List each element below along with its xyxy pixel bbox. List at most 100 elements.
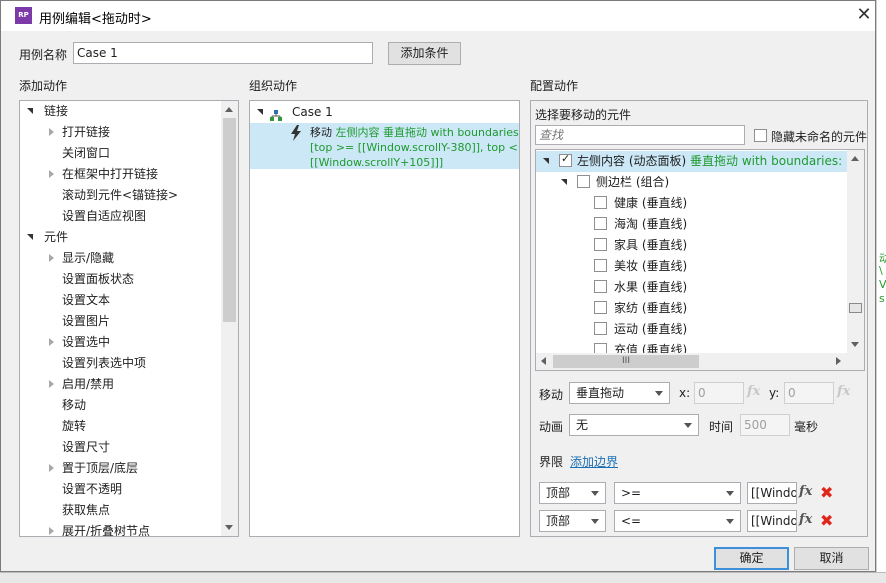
expand-arrow-icon[interactable] <box>49 464 54 472</box>
expand-arrow-icon[interactable] <box>49 527 54 535</box>
collapse-arrow-icon[interactable] <box>561 179 567 185</box>
collapse-arrow-icon[interactable] <box>27 108 33 114</box>
action-item-set-list-selection[interactable]: 设置列表选中项 <box>20 353 220 374</box>
action-item-set-image[interactable]: 设置图片 <box>20 311 220 332</box>
add-bounds-link[interactable]: 添加边界 <box>570 453 618 470</box>
hide-unnamed-label: 隐藏未命名的元件 <box>771 130 868 144</box>
action-item-show-hide[interactable]: 显示/隐藏 <box>20 248 220 269</box>
bound-edge-select[interactable]: 顶部 <box>539 482 606 504</box>
add-condition-button[interactable]: 添加条件 <box>388 42 461 65</box>
chevron-down-icon <box>726 491 734 496</box>
widget-tree-vscrollbar[interactable] <box>847 150 864 353</box>
collapse-arrow-icon[interactable] <box>257 109 263 115</box>
hide-unnamed-checkbox[interactable] <box>754 129 767 142</box>
action-item-move[interactable]: 移动 <box>20 395 220 416</box>
bound-fx-button[interactable]: fx <box>799 484 812 499</box>
action-item-rotate[interactable]: 旋转 <box>20 416 220 437</box>
widget-group-row[interactable]: 侧边栏 (组合) <box>536 172 847 193</box>
action-item-open-link[interactable]: 打开链接 <box>20 122 220 143</box>
widget-checkbox[interactable] <box>559 152 572 167</box>
collapse-arrow-icon[interactable] <box>27 234 33 240</box>
scroll-right-icon[interactable] <box>836 357 841 365</box>
action-verb: 移动 <box>310 126 332 139</box>
widget-row[interactable]: 海淘 (垂直线) <box>536 214 847 235</box>
widget-checkbox[interactable] <box>594 196 607 209</box>
y-input[interactable]: 0 <box>784 382 834 404</box>
scroll-down-icon[interactable] <box>225 525 233 530</box>
widget-label: 美妆 (垂直线) <box>614 259 688 273</box>
action-item-set-text[interactable]: 设置文本 <box>20 290 220 311</box>
widget-label: 侧边栏 (组合) <box>596 175 670 189</box>
ok-button[interactable]: 确定 <box>714 547 789 570</box>
selected-action-row[interactable]: 移动 左侧内容 垂直拖动 with boundaries: [top >= [[… <box>250 123 519 169</box>
widget-checkbox[interactable] <box>594 217 607 230</box>
title-bar[interactable]: RP 用例编辑<拖动时> ✕ <box>1 1 875 31</box>
widget-checkbox[interactable] <box>594 280 607 293</box>
action-item-close-window[interactable]: 关闭窗口 <box>20 143 220 164</box>
scrollbar-thumb[interactable] <box>849 303 862 313</box>
expand-arrow-icon[interactable] <box>49 338 54 346</box>
y-fx-button[interactable]: fx <box>837 384 850 399</box>
widget-checkbox[interactable] <box>577 175 590 188</box>
widget-row[interactable]: 家纺 (垂直线) <box>536 298 847 319</box>
action-item-open-in-frame[interactable]: 在框架中打开链接 <box>20 164 220 185</box>
action-item-label: 设置不透明 <box>62 482 123 496</box>
widget-checkbox[interactable] <box>594 301 607 314</box>
widget-tree-root[interactable]: 左侧内容 (动态面板) 垂直拖动 with boundaries: [top >… <box>536 151 864 172</box>
widget-checkbox[interactable] <box>594 238 607 251</box>
tree-group-widgets[interactable]: 元件 <box>20 227 220 248</box>
scroll-left-icon[interactable] <box>541 357 546 365</box>
close-icon[interactable]: ✕ <box>853 4 875 26</box>
expand-arrow-icon[interactable] <box>49 128 54 136</box>
expand-arrow-icon[interactable] <box>49 170 54 178</box>
x-fx-button[interactable]: fx <box>747 384 760 399</box>
action-target: 左侧内容 垂直拖动 with boundaries: <box>335 126 520 139</box>
widget-checkbox[interactable] <box>594 259 607 272</box>
expand-arrow-icon[interactable] <box>49 380 54 388</box>
action-item-expand-collapse-tree[interactable]: 展开/折叠树节点 <box>20 521 220 536</box>
action-item-set-opacity[interactable]: 设置不透明 <box>20 479 220 500</box>
move-type-select[interactable]: 垂直拖动 <box>569 382 670 404</box>
widget-checkbox[interactable] <box>594 322 607 335</box>
widget-row[interactable]: 运动 (垂直线) <box>536 319 847 340</box>
bound-value-input[interactable]: [[Window <box>747 510 797 532</box>
widget-row[interactable]: 美妆 (垂直线) <box>536 256 847 277</box>
animation-select[interactable]: 无 <box>569 414 699 436</box>
scrollbar-thumb[interactable]: III <box>553 355 699 368</box>
collapse-arrow-icon[interactable] <box>543 158 549 164</box>
action-description: 移动 左侧内容 垂直拖动 with boundaries: [top >= [[… <box>310 125 520 170</box>
bound-operator-select[interactable]: >= <box>614 482 741 504</box>
action-item-set-size[interactable]: 设置尺寸 <box>20 437 220 458</box>
scroll-up-icon[interactable] <box>225 107 233 112</box>
tree-group-links[interactable]: 链接 <box>20 101 220 122</box>
case-node[interactable]: Case 1 <box>250 102 519 123</box>
duration-input[interactable]: 500 <box>740 414 790 436</box>
scrollbar-thumb[interactable] <box>223 118 236 322</box>
action-item-set-panel-state[interactable]: 设置面板状态 <box>20 269 220 290</box>
widget-row[interactable]: 家具 (垂直线) <box>536 235 847 256</box>
scroll-up-icon[interactable] <box>851 156 859 161</box>
bound-operator-select[interactable]: <= <box>614 510 741 532</box>
widget-row[interactable]: 健康 (垂直线) <box>536 193 847 214</box>
delete-bound-icon[interactable]: ✖ <box>820 485 833 501</box>
expand-arrow-icon[interactable] <box>49 254 54 262</box>
scroll-down-icon[interactable] <box>851 342 859 347</box>
widget-tree-hscrollbar[interactable]: III <box>536 353 847 370</box>
action-item-enable-disable[interactable]: 启用/禁用 <box>20 374 220 395</box>
action-item-set-selected[interactable]: 设置选中 <box>20 332 220 353</box>
action-item-set-adaptive-view[interactable]: 设置自适应视图 <box>20 206 220 227</box>
bound-fx-button[interactable]: fx <box>799 512 812 527</box>
widget-row[interactable]: 充值 (垂直线) <box>536 340 847 354</box>
case-name-input[interactable]: Case 1 <box>73 42 373 64</box>
action-item-scroll-to-widget[interactable]: 滚动到元件<锚链接> <box>20 185 220 206</box>
add-actions-scrollbar[interactable] <box>221 101 238 536</box>
widget-row[interactable]: 水果 (垂直线) <box>536 277 847 298</box>
x-input[interactable]: 0 <box>694 382 744 404</box>
action-item-focus[interactable]: 获取焦点 <box>20 500 220 521</box>
action-item-bring-front-back[interactable]: 置于顶层/底层 <box>20 458 220 479</box>
delete-bound-icon[interactable]: ✖ <box>820 513 833 529</box>
cancel-button[interactable]: 取消 <box>794 547 869 570</box>
widget-search-input[interactable] <box>535 125 745 145</box>
bound-edge-select[interactable]: 顶部 <box>539 510 606 532</box>
bound-value-input[interactable]: [[Window <box>747 482 797 504</box>
